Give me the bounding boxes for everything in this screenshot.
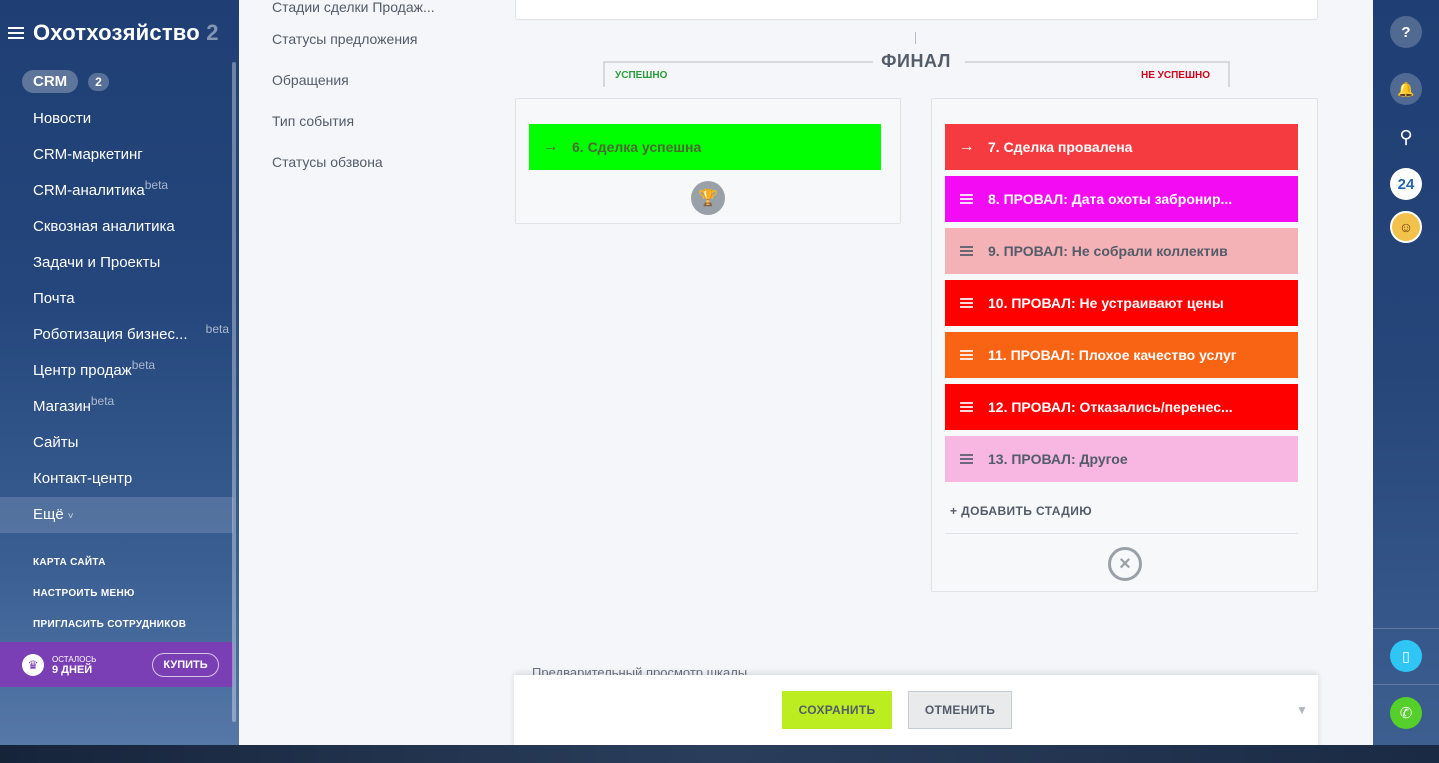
beta-badge: beta: [90, 394, 115, 408]
sidebar-item-mail[interactable]: Почта: [0, 281, 233, 317]
beta-badge: beta: [131, 358, 156, 372]
sidebar-item-news[interactable]: Новости: [0, 101, 233, 137]
submenu-item-quote-statuses[interactable]: Статусы предложения: [272, 31, 435, 72]
fail-label: НЕ УСПЕШНО: [1141, 70, 1211, 81]
phone-icon[interactable]: ✆: [1390, 697, 1422, 729]
rail-divider: [1373, 684, 1439, 685]
drag-handle-icon[interactable]: [960, 350, 973, 360]
sidebar-item-automation[interactable]: Роботизация бизнес... beta: [0, 317, 233, 353]
rail-divider: [1373, 628, 1439, 629]
crm-header: CRM 2: [22, 70, 109, 93]
cancel-circle-icon: ×: [1108, 547, 1142, 581]
sitemap-link[interactable]: КАРТА САЙТА: [33, 557, 186, 588]
bell-icon[interactable]: 🔔: [1390, 73, 1422, 105]
portal-title[interactable]: Охотхозяйство 2: [33, 20, 219, 46]
fail-stage[interactable]: 13. ПРОВАЛ: Другое: [945, 436, 1298, 482]
fail-stage[interactable]: 10. ПРОВАЛ: Не устраивают цены: [945, 280, 1298, 326]
sidebar-item-crm-analytics[interactable]: CRM-аналитикаbeta: [0, 173, 233, 209]
stage-label: 12. ПРОВАЛ: Отказались/перенес...: [988, 399, 1233, 415]
stage-label: 8. ПРОВАЛ: Дата охоты забронир...: [988, 191, 1233, 207]
chevron-down-icon: ˅: [67, 511, 74, 522]
fail-stage[interactable]: 8. ПРОВАЛ: Дата охоты забронир...: [945, 176, 1298, 222]
success-label: УСПЕШНО: [615, 70, 668, 81]
sidebar-item-sites[interactable]: Сайты: [0, 425, 233, 461]
submenu-item-call-statuses[interactable]: Статусы обзвона: [272, 154, 435, 195]
final-section-title: ФИНАЛ: [881, 51, 951, 71]
trophy-icon: 🏆: [691, 181, 725, 215]
portal-header: Охотхозяйство 2: [8, 18, 219, 48]
sidebar-scrollbar[interactable]: [232, 62, 236, 722]
crm-section-button[interactable]: CRM: [22, 70, 79, 93]
desktop-background: [0, 745, 1439, 763]
sidebar-item-tasks[interactable]: Задачи и Проекты: [0, 245, 233, 281]
success-stages-panel: → 6. Сделка успешна 🏆: [515, 98, 901, 224]
left-sidebar: Охотхозяйство 2 CRM 2 Новости CRM-маркет…: [0, 0, 239, 745]
trial-banner: ♛ ОСТАЛОСЬ 9 ДНЕЙ КУПИТЬ: [0, 642, 233, 687]
arrow-right-icon: →: [958, 138, 975, 155]
pin-icon[interactable]: ▼: [1296, 703, 1308, 717]
sidebar-item-sales-center[interactable]: Центр продажbeta: [0, 353, 233, 389]
sidebar-item-crm-marketing[interactable]: CRM-маркетинг: [0, 137, 233, 173]
drag-handle-icon[interactable]: [960, 454, 973, 464]
fail-stage[interactable]: 9. ПРОВАЛ: Не собрали коллектив: [945, 228, 1298, 274]
sidebar-item-contact-center[interactable]: Контакт-центр: [0, 461, 233, 497]
fail-stage[interactable]: 12. ПРОВАЛ: Отказались/перенес...: [945, 384, 1298, 430]
beta-badge: beta: [205, 322, 229, 336]
add-stage-button[interactable]: + ДОБАВИТЬ СТАДИЮ: [950, 504, 1092, 518]
sidebar-menu: Новости CRM-маркетинг CRM-аналитикаbeta …: [0, 101, 233, 533]
right-rail: ? 🔔 ⚲ 24 ☺ ▯ ✆: [1373, 0, 1439, 745]
submenu-item-requests[interactable]: Обращения: [272, 72, 435, 113]
drag-handle-icon[interactable]: [960, 246, 973, 256]
menu-icon[interactable]: [8, 27, 24, 39]
crown-icon: ♛: [22, 653, 44, 676]
trial-remaining: ОСТАЛОСЬ 9 ДНЕЙ: [52, 654, 97, 676]
submenu-item-event-type[interactable]: Тип события: [272, 113, 435, 154]
in-progress-stages-panel: [515, 0, 1318, 20]
connector-line: [915, 32, 916, 44]
settings-submenu: Стадии сделки Продаж... Статусы предложе…: [272, 0, 435, 195]
fail-stage[interactable]: → 7. Сделка провалена: [945, 124, 1298, 170]
main-content: Стадии сделки Продаж... Статусы предложе…: [239, 0, 1373, 745]
help-icon[interactable]: ?: [1390, 16, 1422, 48]
stage-label: 10. ПРОВАЛ: Не устраивают цены: [988, 295, 1224, 311]
sidebar-links: КАРТА САЙТА НАСТРОИТЬ МЕНЮ ПРИГЛАСИТЬ СО…: [33, 557, 186, 650]
configure-menu-link[interactable]: НАСТРОИТЬ МЕНЮ: [33, 588, 186, 619]
submenu-item-deal-stages[interactable]: Стадии сделки Продаж...: [272, 0, 435, 31]
stage-label: 6. Сделка успешна: [572, 139, 702, 155]
stage-label: 9. ПРОВАЛ: Не собрали коллектив: [988, 243, 1228, 259]
save-button[interactable]: СОХРАНИТЬ: [782, 691, 892, 729]
fail-stages-panel: → 7. Сделка провалена 8. ПРОВАЛ: Дата ох…: [931, 98, 1318, 592]
buy-button[interactable]: КУПИТЬ: [152, 653, 219, 677]
beta-badge: beta: [144, 178, 169, 192]
crm-count-badge: 2: [88, 72, 109, 91]
success-stage[interactable]: → 6. Сделка успешна: [529, 124, 881, 170]
sidebar-item-store[interactable]: Магазинbeta: [0, 389, 233, 425]
stage-label: 11. ПРОВАЛ: Плохое качество услуг: [988, 347, 1237, 363]
chat-icon[interactable]: ▯: [1390, 640, 1422, 672]
search-icon[interactable]: ⚲: [1390, 121, 1422, 153]
drag-handle-icon[interactable]: [960, 194, 973, 204]
arrow-right-icon: →: [542, 138, 559, 155]
fail-stage[interactable]: 11. ПРОВАЛ: Плохое качество услуг: [945, 332, 1298, 378]
bitrix24-icon[interactable]: 24: [1390, 168, 1422, 200]
stage-label: 7. Сделка провалена: [988, 139, 1133, 155]
drag-handle-icon[interactable]: [960, 298, 973, 308]
avatar[interactable]: ☺: [1390, 211, 1422, 243]
cancel-button[interactable]: ОТМЕНИТЬ: [908, 691, 1012, 729]
sidebar-item-end-to-end-analytics[interactable]: Сквозная аналитика: [0, 209, 233, 245]
divider: [945, 533, 1298, 534]
stage-label: 13. ПРОВАЛ: Другое: [988, 451, 1128, 467]
action-bar: СОХРАНИТЬ ОТМЕНИТЬ ▼: [514, 675, 1318, 745]
drag-handle-icon[interactable]: [960, 402, 973, 412]
sidebar-item-more[interactable]: Ещё ˅: [0, 497, 233, 533]
